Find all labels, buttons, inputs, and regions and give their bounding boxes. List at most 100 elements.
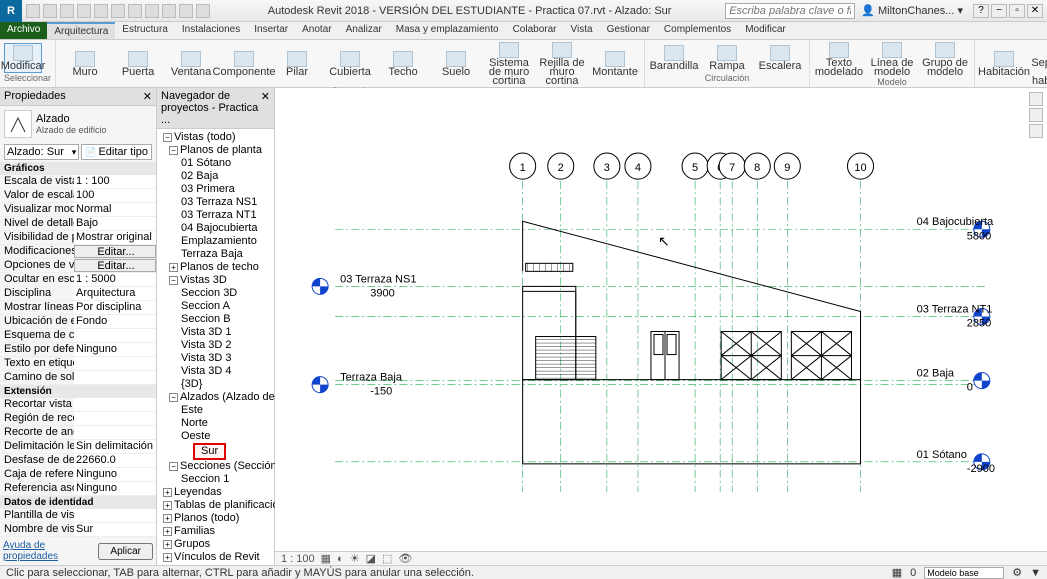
qat-icon[interactable] — [179, 4, 193, 18]
property-row[interactable]: Región de recorte visi... — [0, 412, 156, 426]
ribbon-tab[interactable]: Insertar — [247, 22, 295, 39]
qat-icon[interactable] — [145, 4, 159, 18]
property-row[interactable]: DisciplinaArquitectura — [0, 287, 156, 301]
property-category[interactable]: Datos de identidad — [0, 496, 156, 509]
close-icon[interactable]: ✕ — [1027, 4, 1043, 18]
search-input[interactable] — [725, 3, 855, 19]
detail-level-icon[interactable]: ▦ — [321, 552, 331, 565]
property-category[interactable]: Gráficos — [0, 162, 156, 175]
property-row[interactable]: Valor de escala 1:100 — [0, 189, 156, 203]
property-row[interactable]: Nombre de vistaSur — [0, 523, 156, 537]
nav-wheel-icon[interactable] — [1029, 108, 1043, 122]
tree-item[interactable]: Vista 3D 2 — [159, 339, 272, 352]
ribbon-button[interactable]: Separador de habitación — [1032, 42, 1047, 86]
tree-item[interactable]: +Planos de techo — [159, 261, 272, 274]
property-row[interactable]: Ocultar en escalas co...1 : 5000 — [0, 273, 156, 287]
file-tab[interactable]: Archivo — [0, 22, 47, 39]
tree-item[interactable]: +Leyendas — [159, 486, 272, 499]
ribbon-button[interactable]: Suelo — [431, 51, 481, 77]
nav-home-icon[interactable] — [1029, 92, 1043, 106]
filter-icon[interactable]: ▼ — [1030, 567, 1041, 579]
tree-item[interactable]: Oeste — [159, 430, 272, 443]
edit-type-button[interactable]: 📄 Editar tipo — [81, 144, 152, 160]
ribbon-tab[interactable]: Instalaciones — [175, 22, 247, 39]
tree-item[interactable]: +Grupos — [159, 538, 272, 551]
ribbon-button[interactable]: Texto modelado — [814, 42, 864, 77]
sun-path-icon[interactable]: ☀ — [350, 552, 360, 565]
property-row[interactable]: Opciones de visualiza...Editar... — [0, 259, 156, 273]
tree-item[interactable]: −Vistas (todo) — [159, 131, 272, 144]
ribbon-tab[interactable]: Vista — [564, 22, 600, 39]
ribbon-button[interactable]: Rampa — [702, 45, 752, 71]
properties-help-link[interactable]: Ayuda de propiedades — [3, 540, 98, 562]
hide-icon[interactable]: 👁 — [398, 552, 412, 565]
tree-item[interactable]: 03 Terraza NT1 — [159, 209, 272, 222]
modify-button[interactable]: Modificar — [4, 43, 42, 73]
tree-item[interactable]: +Familias — [159, 525, 272, 538]
ribbon-button[interactable]: Montante — [590, 51, 640, 77]
qat-icon[interactable] — [128, 4, 142, 18]
tree-item[interactable]: 03 Primera — [159, 183, 272, 196]
qat-save-icon[interactable] — [43, 4, 57, 18]
ribbon-tab[interactable]: Arquitectura — [47, 22, 115, 39]
model-base-input[interactable] — [924, 567, 1004, 579]
property-category[interactable]: Extensión — [0, 385, 156, 398]
property-row[interactable]: Caja de referenciaNinguno — [0, 468, 156, 482]
ribbon-button[interactable]: Línea de modelo — [867, 42, 917, 77]
tree-item[interactable]: −Planos de planta — [159, 144, 272, 157]
qat-undo-icon[interactable] — [60, 4, 74, 18]
qat-redo-icon[interactable] — [77, 4, 91, 18]
revit-logo[interactable]: R — [0, 0, 22, 22]
ribbon-button[interactable]: Pilar — [272, 51, 322, 77]
qat-icon[interactable] — [111, 4, 125, 18]
tree-item[interactable]: 02 Baja — [159, 170, 272, 183]
ribbon-button[interactable]: Sistema de muro cortina — [484, 42, 534, 86]
tree-item[interactable]: +Planos (todo) — [159, 512, 272, 525]
type-selector-dropdown[interactable]: Alzado: Sur — [4, 144, 79, 160]
properties-close-icon[interactable]: ✕ — [143, 90, 152, 103]
tree-item[interactable]: −Vistas 3D — [159, 274, 272, 287]
ribbon-tab[interactable]: Anotar — [295, 22, 338, 39]
property-row[interactable]: Recorte de anotación — [0, 426, 156, 440]
tree-item[interactable]: Terraza Baja — [159, 248, 272, 261]
tree-item[interactable]: Seccion 3D — [159, 287, 272, 300]
qat-open-icon[interactable] — [26, 4, 40, 18]
property-row[interactable]: Referencia asociadaNinguno — [0, 482, 156, 496]
tree-item[interactable]: Norte — [159, 417, 272, 430]
tree-item[interactable]: 04 Bajocubierta — [159, 222, 272, 235]
property-row[interactable]: Esquema de color — [0, 329, 156, 343]
tree-item[interactable]: 03 Terraza NS1 — [159, 196, 272, 209]
property-row[interactable]: Nivel de detalleBajo — [0, 217, 156, 231]
ribbon-button[interactable]: Barandilla — [649, 45, 699, 71]
qat-icon[interactable] — [196, 4, 210, 18]
tree-item[interactable]: Seccion 1 — [159, 473, 272, 486]
tree-item[interactable]: Seccion B — [159, 313, 272, 326]
visual-style-icon[interactable]: ◐ — [337, 553, 344, 565]
tree-item[interactable]: Vista 3D 1 — [159, 326, 272, 339]
tree-item[interactable]: {3D} — [159, 378, 272, 391]
minimize-icon[interactable]: − — [991, 4, 1007, 18]
browser-close-icon[interactable]: ✕ — [261, 90, 270, 126]
ribbon-tab[interactable]: Masa y emplazamiento — [389, 22, 506, 39]
ribbon-button[interactable]: Cubierta — [325, 51, 375, 77]
status-icon[interactable]: ▦ — [892, 566, 902, 579]
tree-item[interactable]: +Tablas de planificación/Cantida — [159, 499, 272, 512]
property-row[interactable]: Camino de sol — [0, 371, 156, 385]
qat-icon[interactable] — [162, 4, 176, 18]
property-row[interactable]: Visualizar modeloNormal — [0, 203, 156, 217]
ribbon-button[interactable]: Puerta — [113, 51, 163, 77]
property-row[interactable]: Estilo por defecto de v...Ninguno — [0, 343, 156, 357]
property-row[interactable]: Visibilidad de piezasMostrar original — [0, 231, 156, 245]
ribbon-button[interactable]: Grupo de modelo — [920, 42, 970, 77]
qat-print-icon[interactable] — [94, 4, 108, 18]
shadow-icon[interactable]: ◪ — [366, 552, 376, 565]
user-menu[interactable]: 👤 MiltonChanes... ▾ — [855, 4, 969, 17]
ribbon-tab[interactable]: Complementos — [657, 22, 738, 39]
ribbon-tab[interactable]: Modificar — [738, 22, 793, 39]
status-icon[interactable]: ⚙ — [1012, 566, 1022, 579]
ribbon-button[interactable]: Escalera — [755, 45, 805, 71]
tree-item[interactable]: Sur — [193, 443, 226, 460]
tree-item[interactable]: Emplazamiento — [159, 235, 272, 248]
ribbon-button[interactable]: Techo — [378, 51, 428, 77]
crop-icon[interactable]: ⬚ — [382, 552, 392, 565]
